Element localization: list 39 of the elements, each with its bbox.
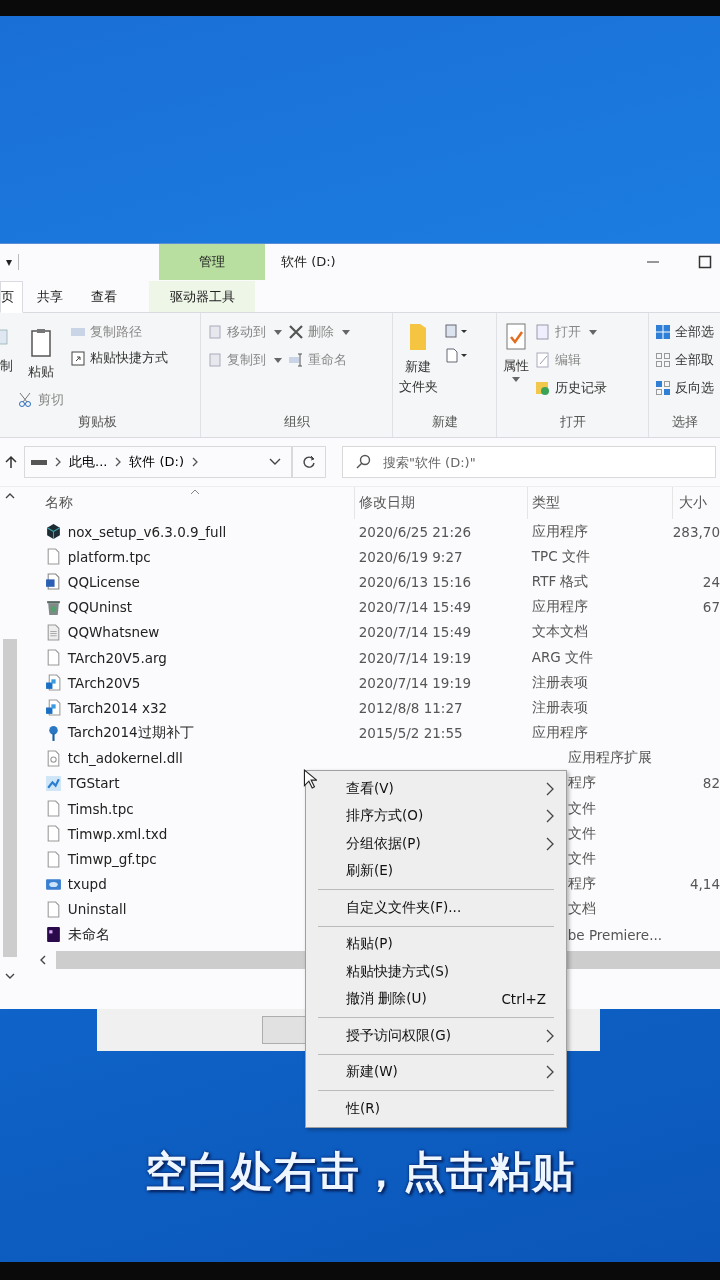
- type-cell: 应用程序: [531, 522, 588, 539]
- date-cell: 2020/7/14 15:49: [358, 599, 472, 616]
- type-cell: 程序: [567, 875, 596, 892]
- group-label: 打开: [558, 413, 587, 431]
- contextual-tab-header: 管理: [159, 244, 265, 280]
- type-cell: 程序: [567, 774, 596, 791]
- type-cell: be Premiere...: [567, 926, 663, 943]
- date-cell: 2020/7/14 19:19: [358, 649, 472, 666]
- date-cell: 2012/8/8 11:27: [358, 699, 463, 716]
- group-label: 剪贴板: [76, 413, 118, 431]
- date-cell: 2020/6/13 15:16: [358, 573, 472, 590]
- type-cell: 应用程序扩展: [567, 749, 652, 766]
- date-cell: 2020/7/14 19:19: [358, 674, 472, 691]
- type-cell: 注册表项: [531, 698, 588, 715]
- group-label: 新建: [430, 413, 459, 431]
- date-cell: 2020/6/19 9:27: [358, 548, 463, 565]
- group-label: 选择: [670, 413, 699, 431]
- date-cell: 2020/7/14 15:49: [358, 624, 472, 641]
- size-cell: 4,14: [689, 876, 720, 893]
- date-cell: 2020/6/25 21:26: [358, 523, 472, 540]
- type-cell: 文件: [567, 850, 596, 867]
- type-cell: 应用程序: [531, 598, 588, 615]
- type-cell: 文件: [567, 824, 596, 841]
- type-cell: 应用程序: [531, 724, 588, 741]
- type-cell: RTF 格式: [531, 572, 589, 589]
- size-cell: 67: [702, 599, 720, 616]
- size-cell: 24: [702, 573, 720, 590]
- type-cell: ARG 文件: [531, 648, 594, 665]
- type-cell: 注册表项: [531, 673, 588, 690]
- type-cell: 文档: [567, 900, 596, 917]
- type-cell: 文件: [567, 799, 596, 816]
- type-cell: TPC 文件: [531, 547, 590, 564]
- window-title: 软件 (D:): [281, 253, 336, 271]
- size-cell: 283,70: [672, 523, 720, 540]
- type-cell: 文本文档: [531, 623, 588, 640]
- group-label: 组织: [282, 413, 311, 431]
- size-cell: 82: [702, 775, 720, 792]
- date-cell: 2015/5/2 21:55: [358, 725, 463, 742]
- video-caption: 空白处右击，点击粘贴: [144, 1146, 576, 1198]
